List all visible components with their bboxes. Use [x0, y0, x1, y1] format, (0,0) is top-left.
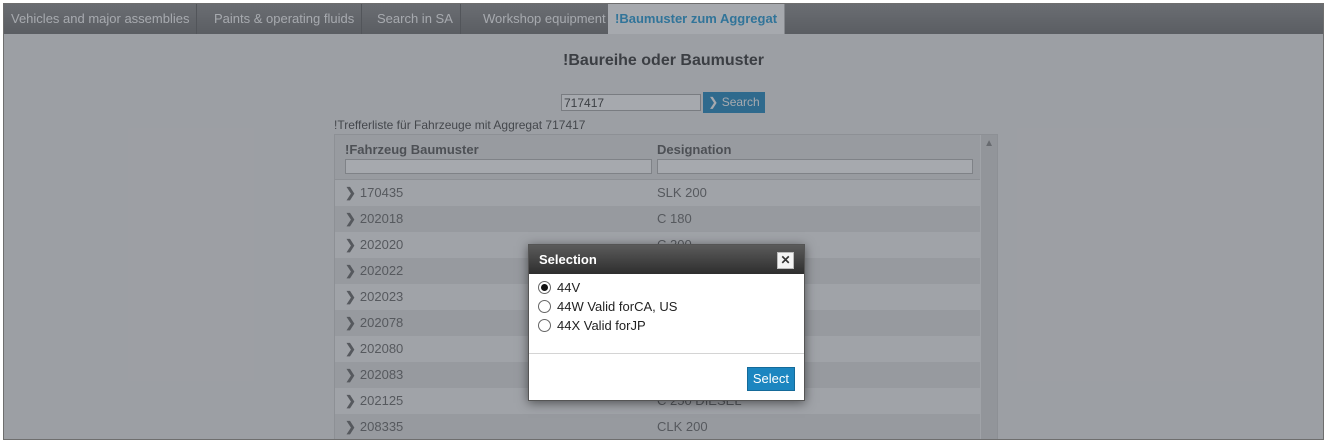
option-44v[interactable]: 44V — [529, 280, 804, 299]
selection-dialog: Selection ✕ 44V 44W Valid forCA, US 44X … — [528, 244, 805, 401]
app-frame: Vehicles and major assemblies Paints & o… — [3, 3, 1324, 440]
radio-icon[interactable] — [538, 300, 551, 313]
dialog-title: Selection — [539, 252, 597, 267]
option-44x[interactable]: 44X Valid forJP — [529, 318, 804, 337]
close-icon[interactable]: ✕ — [777, 252, 794, 269]
dialog-header: Selection ✕ — [529, 245, 804, 274]
radio-selected-icon[interactable] — [538, 281, 551, 294]
option-label: 44W Valid forCA, US — [557, 299, 678, 314]
option-label: 44V — [557, 280, 581, 295]
dialog-divider — [529, 353, 804, 354]
option-label: 44X Valid forJP — [557, 318, 646, 333]
select-button[interactable]: Select — [746, 367, 795, 391]
radio-icon[interactable] — [538, 319, 551, 332]
option-44w[interactable]: 44W Valid forCA, US — [529, 299, 804, 318]
option-list: 44V 44W Valid forCA, US 44X Valid forJP — [529, 274, 804, 337]
